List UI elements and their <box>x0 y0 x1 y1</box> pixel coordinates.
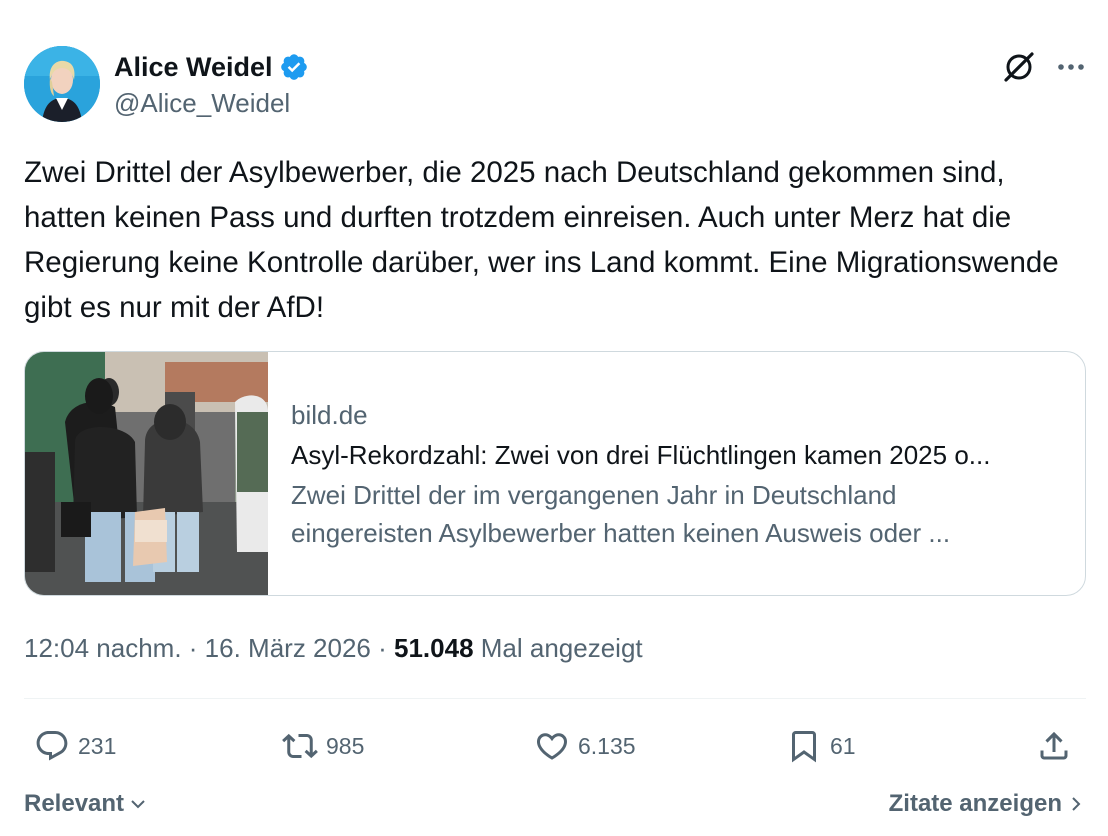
chevron-down-icon <box>131 800 145 809</box>
reply-button[interactable]: 231 <box>34 724 116 768</box>
tweet-text: Zwei Drittel der Asylbewerber, die 2025 … <box>24 156 1059 324</box>
link-preview-body: bild.de Asyl-Rekordzahl: Zwei von drei F… <box>291 396 1071 552</box>
meta-separator: · <box>370 633 394 663</box>
action-bar: 231 985 6.135 61 <box>24 724 1086 768</box>
sort-label: Relevant <box>24 790 125 817</box>
divider <box>24 698 1086 699</box>
author-handle[interactable]: @Alice_Weidel <box>114 86 309 120</box>
display-name[interactable]: Alice Weidel <box>114 50 309 84</box>
like-count: 6.135 <box>578 732 636 759</box>
repost-icon <box>282 733 318 759</box>
bookmark-icon <box>792 731 816 763</box>
display-name-text[interactable]: Alice Weidel <box>114 50 273 84</box>
link-preview-description-line: eingereisten Asylbewerber hatten keinen … <box>291 518 951 548</box>
grok-icon[interactable] <box>1002 50 1036 84</box>
chevron-right-icon <box>1072 797 1081 811</box>
view-quotes-link[interactable]: Zitate anzeigen <box>889 786 1086 822</box>
view-count-label: Mal angezeigt <box>480 633 643 663</box>
share-icon <box>1040 731 1068 760</box>
link-preview-description-line: Zwei Drittel der im vergangenen Jahr in … <box>291 480 897 510</box>
tweet-time[interactable]: 12:04 nachm. <box>24 633 182 663</box>
avatar[interactable] <box>24 46 100 122</box>
sort-dropdown[interactable]: Relevant <box>24 786 148 822</box>
link-preview-card[interactable]: bild.de Asyl-Rekordzahl: Zwei von drei F… <box>24 351 1086 596</box>
bookmark-button[interactable]: 61 <box>786 724 856 768</box>
more-options-icon[interactable] <box>1056 54 1086 80</box>
reply-icon <box>36 731 68 761</box>
share-button[interactable] <box>1036 724 1080 768</box>
tweet-header: Alice Weidel @Alice_Weidel <box>24 46 1086 126</box>
reply-count: 231 <box>78 732 117 759</box>
like-button[interactable]: 6.135 <box>534 724 636 768</box>
link-preview-description: Zwei Drittel der im vergangenen Jahr in … <box>291 476 1071 552</box>
repost-button[interactable]: 985 <box>282 724 364 768</box>
quotes-label: Zitate anzeigen <box>888 790 1062 817</box>
author-names: Alice Weidel @Alice_Weidel <box>114 50 309 120</box>
bookmark-count: 61 <box>830 732 856 759</box>
verified-badge-icon[interactable] <box>279 52 309 82</box>
link-preview-title: Asyl-Rekordzahl: Zwei von drei Flüchtlin… <box>291 440 991 470</box>
view-count: 51.048 <box>394 633 474 663</box>
meta-separator: · <box>181 633 205 663</box>
link-preview-image[interactable] <box>25 352 268 595</box>
repost-count: 985 <box>326 732 365 759</box>
link-preview-domain: bild.de <box>291 400 368 430</box>
tweet-meta: 12:04 nachm. · 16. März 2026 · 51.048 Ma… <box>24 630 643 666</box>
tweet-date[interactable]: 16. März 2026 <box>205 633 371 663</box>
replies-footer: Relevant Zitate anzeigen <box>24 786 1086 822</box>
heart-icon <box>536 733 568 760</box>
